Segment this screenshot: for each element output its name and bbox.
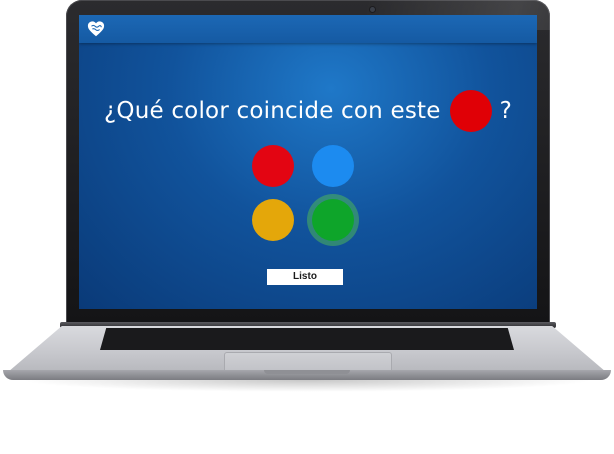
question-mark: ? [499,98,512,124]
laptop-shadow [20,380,594,392]
app-top-bar [79,15,537,43]
laptop-keyboard [100,328,514,350]
lid-open-notch [264,370,350,374]
laptop-mockup: ¿Qué color coincide con este ? Listo [0,0,614,454]
question-text: ¿Qué color coincide con este [103,98,441,124]
color-option-blue[interactable] [312,145,354,187]
laptop-trackpad [224,352,392,370]
brain-heart-logo-icon [87,21,105,37]
color-option-green[interactable] [312,199,354,241]
question-prompt: ¿Qué color coincide con este ? [79,90,537,132]
webcam [370,7,375,12]
color-option-yellow[interactable] [252,199,294,241]
laptop-screen: ¿Qué color coincide con este ? Listo [79,15,537,309]
color-option-red[interactable] [252,145,294,187]
done-button[interactable]: Listo [267,269,343,285]
target-color-swatch [449,90,492,132]
